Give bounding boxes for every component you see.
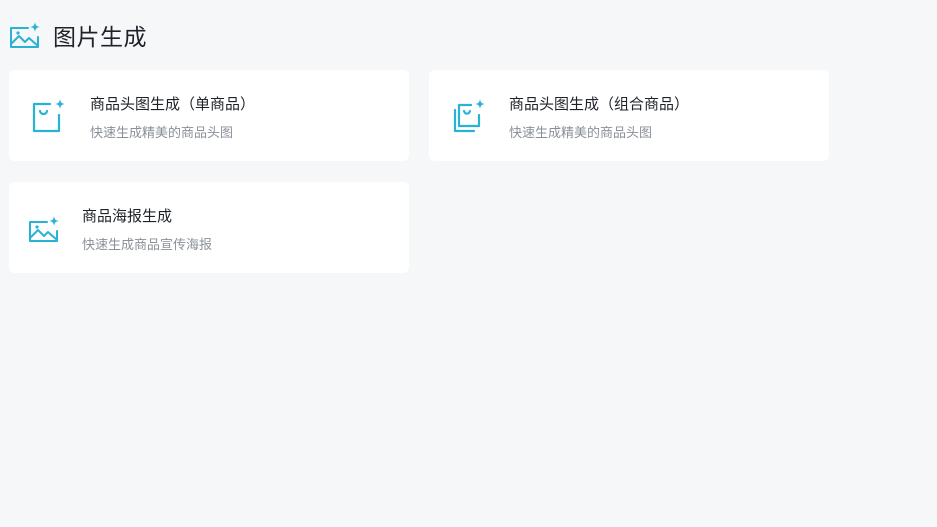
- card-description: 快速生成精美的商品头图: [90, 126, 234, 141]
- image-sparkle-icon: [8, 18, 42, 52]
- card-description: 快速生成商品宣传海报: [82, 238, 213, 253]
- card-product-poster[interactable]: 商品海报生成 快速生成商品宣传海报: [9, 182, 409, 273]
- page-title: 图片生成: [53, 25, 147, 51]
- card-combo-product-main-image[interactable]: 商品头图生成（组合商品） 快速生成精美的商品头图: [429, 70, 829, 161]
- card-single-product-main-image[interactable]: 商品头图生成（单商品） 快速生成精美的商品头图: [9, 70, 409, 161]
- stacked-bags-sparkle-icon: [451, 98, 487, 134]
- card-description: 快速生成精美的商品头图: [509, 126, 653, 141]
- page: 图片生成 商品头图生成（单商品） 快速生成精美的商品头图 商品头图生成（组合商品…: [0, 0, 937, 527]
- image-sparkle-icon: [27, 214, 61, 244]
- card-title: 商品海报生成: [82, 207, 173, 225]
- page-header: 图片生成: [8, 18, 147, 52]
- card-title: 商品头图生成（单商品）: [90, 95, 256, 113]
- card-title: 商品头图生成（组合商品）: [509, 95, 690, 113]
- shopping-bag-sparkle-icon: [31, 98, 67, 134]
